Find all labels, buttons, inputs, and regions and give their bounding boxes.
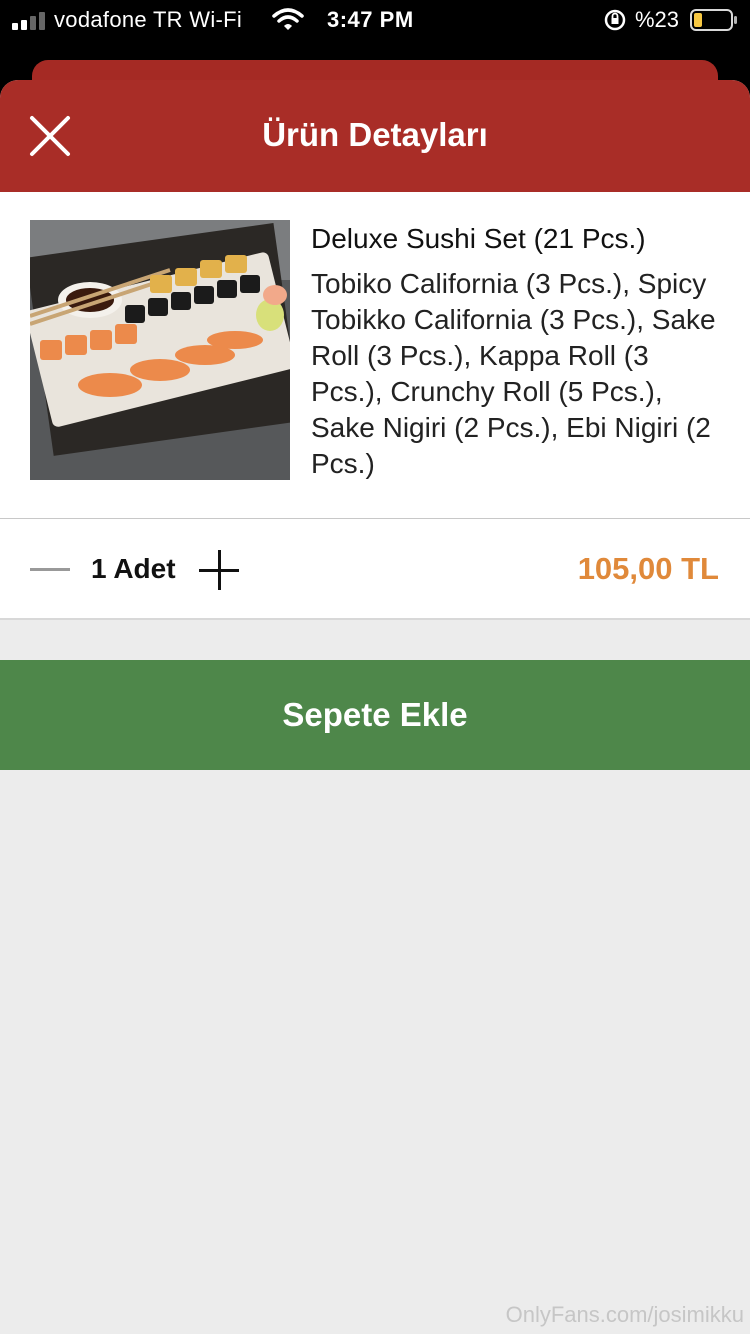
quantity-row: 1 Adet 105,00 TL bbox=[0, 519, 750, 620]
product-description: Tobiko California (3 Pcs.), Spicy Tobikk… bbox=[311, 268, 716, 479]
status-bar: vodafone TR Wi-Fi 3:47 PM %23 bbox=[0, 0, 750, 40]
product-image bbox=[30, 220, 290, 480]
battery-icon bbox=[690, 9, 737, 31]
add-to-cart-button[interactable]: Sepete Ekle bbox=[0, 660, 750, 770]
battery-percent: %23 bbox=[635, 7, 680, 32]
carrier-name: vodafone TR Wi-Fi bbox=[54, 7, 243, 32]
modal-header: Ürün Detayları bbox=[0, 80, 750, 192]
product-name: Deluxe Sushi Set (21 Pcs.) bbox=[311, 223, 646, 254]
decrease-quantity-button[interactable] bbox=[28, 549, 72, 589]
quantity-label: 1 Adet bbox=[91, 553, 176, 584]
clock: 3:47 PM bbox=[327, 7, 414, 32]
product-detail-modal: Ürün Detayları Deluxe Sushi Set (21 Pcs.… bbox=[0, 80, 750, 1334]
product-info: Deluxe Sushi Set (21 Pcs.) Tobiko Califo… bbox=[0, 192, 750, 519]
orientation-lock-icon bbox=[604, 9, 626, 31]
watermark: OnlyFans.com/josimikku bbox=[505, 1302, 744, 1327]
wifi-icon bbox=[272, 8, 304, 30]
increase-quantity-button[interactable] bbox=[199, 549, 241, 591]
signal-icon bbox=[12, 12, 46, 30]
page-title: Ürün Detayları bbox=[262, 116, 488, 153]
price-label: 105,00 TL bbox=[577, 551, 719, 586]
